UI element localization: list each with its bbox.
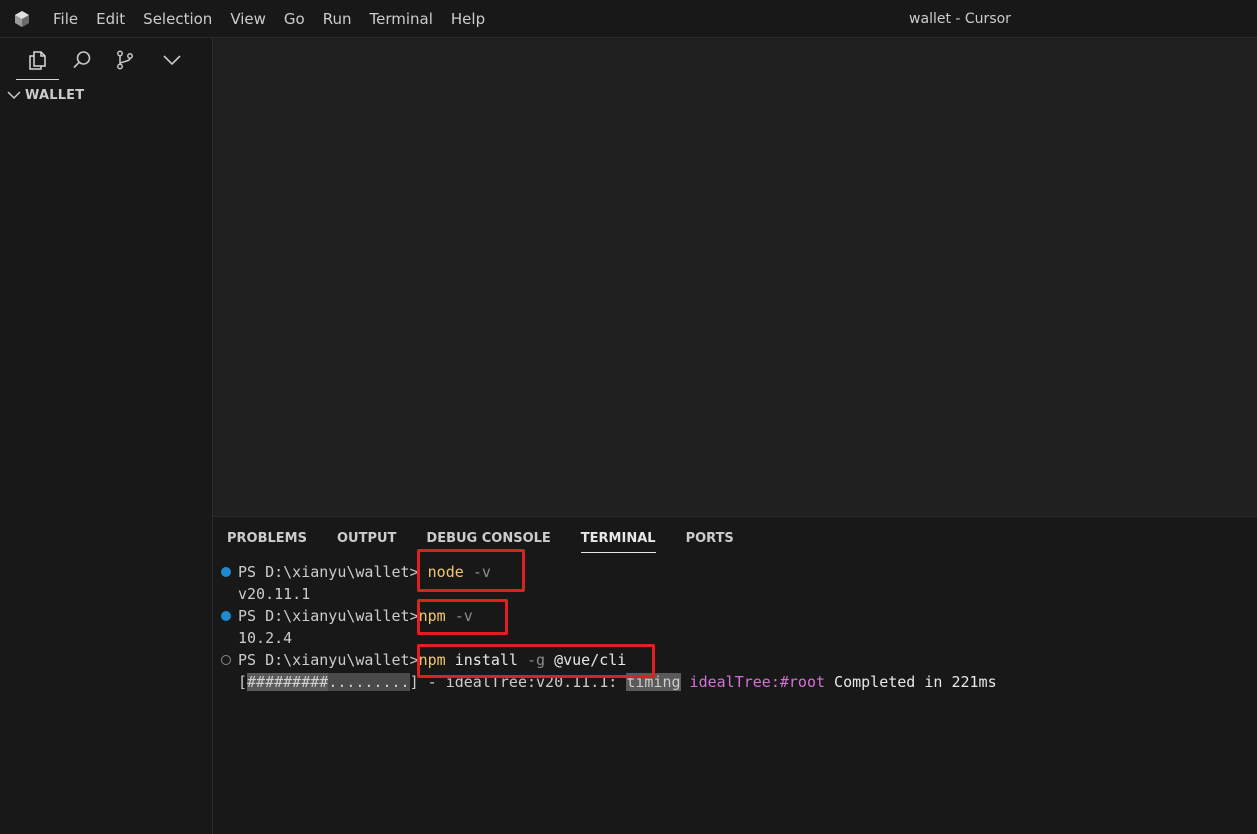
prompt: PS D:\xianyu\wallet> bbox=[238, 607, 419, 625]
terminal-output: v20.11.1 bbox=[213, 583, 1257, 605]
cursor-cube-icon[interactable] bbox=[12, 9, 32, 29]
activity-tabs bbox=[0, 38, 212, 82]
search-icon[interactable] bbox=[69, 47, 95, 73]
tab-ports[interactable]: PORTS bbox=[686, 529, 734, 549]
highlight-box bbox=[417, 644, 655, 678]
output-text: 10.2.4 bbox=[238, 629, 293, 647]
command-running-dot[interactable] bbox=[221, 655, 231, 665]
source-control-icon[interactable] bbox=[112, 47, 138, 73]
prompt: PS D:\xianyu\wallet> bbox=[238, 563, 419, 581]
progress-filled: ######### bbox=[247, 673, 329, 691]
title-bar: File Edit Selection View Go Run Terminal… bbox=[0, 0, 1257, 38]
active-tab-indicator bbox=[16, 79, 59, 80]
progress-empty: ......... bbox=[328, 673, 410, 691]
menu-help[interactable]: Help bbox=[442, 0, 494, 38]
ideal-tree-label: idealTree:#root bbox=[680, 673, 826, 691]
chevron-down-icon[interactable] bbox=[159, 47, 185, 73]
terminal-line: PS D:\xianyu\wallet>npm -v bbox=[213, 605, 1257, 627]
panel-tabs: PROBLEMS OUTPUT DEBUG CONSOLE TERMINAL P… bbox=[227, 529, 764, 553]
menu-bar: File Edit Selection View Go Run Terminal… bbox=[44, 0, 494, 38]
tab-terminal[interactable]: TERMINAL bbox=[580, 529, 656, 553]
files-icon[interactable] bbox=[24, 47, 50, 73]
command-success-dot[interactable] bbox=[221, 611, 231, 621]
prompt: PS D:\xianyu\wallet> bbox=[238, 651, 419, 669]
explorer-title: WALLET bbox=[25, 87, 85, 103]
menu-terminal[interactable]: Terminal bbox=[361, 0, 442, 38]
bottom-panel: PROBLEMS OUTPUT DEBUG CONSOLE TERMINAL P… bbox=[213, 516, 1257, 834]
command-success-dot[interactable] bbox=[221, 567, 231, 577]
progress-open: [ bbox=[238, 673, 248, 691]
highlight-box bbox=[417, 549, 525, 592]
terminal-output: 10.2.4 bbox=[213, 627, 1257, 649]
output-text: v20.11.1 bbox=[238, 585, 311, 603]
terminal-line: PS D:\xianyu\wallet>npm install -g @vue/… bbox=[213, 649, 1257, 671]
tab-debug-console[interactable]: DEBUG CONSOLE bbox=[426, 529, 550, 549]
tab-output[interactable]: OUTPUT bbox=[337, 529, 396, 549]
tab-problems[interactable]: PROBLEMS bbox=[227, 529, 307, 549]
chevron-down-icon bbox=[7, 91, 21, 100]
menu-go[interactable]: Go bbox=[275, 0, 314, 38]
terminal[interactable]: PS D:\xianyu\wallet> node -v v20.11.1 PS… bbox=[213, 561, 1257, 693]
terminal-progress: [#########.........] - idealTree:v20.11.… bbox=[213, 671, 1257, 693]
menu-view[interactable]: View bbox=[221, 0, 275, 38]
highlight-box bbox=[417, 599, 508, 635]
completed-text: Completed in 221ms bbox=[825, 673, 997, 691]
explorer-folder-header[interactable]: WALLET bbox=[6, 86, 84, 104]
menu-run[interactable]: Run bbox=[314, 0, 361, 38]
window-title: wallet - Cursor bbox=[909, 11, 1011, 27]
menu-selection[interactable]: Selection bbox=[134, 0, 221, 38]
editor-area[interactable] bbox=[213, 38, 1257, 516]
sidebar: WALLET bbox=[0, 38, 213, 834]
terminal-line: PS D:\xianyu\wallet> node -v bbox=[213, 561, 1257, 583]
menu-edit[interactable]: Edit bbox=[87, 0, 134, 38]
menu-file[interactable]: File bbox=[44, 0, 87, 38]
